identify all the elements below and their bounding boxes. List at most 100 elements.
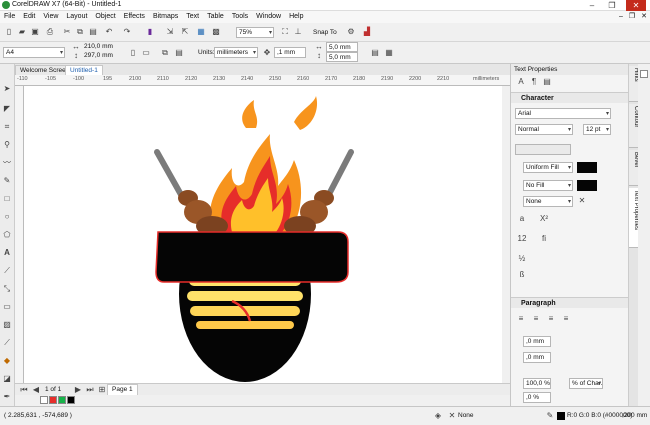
current-page-icon[interactable]: ▤ [174, 48, 184, 58]
doc-minimize-icon[interactable]: – [616, 11, 626, 23]
menu-window[interactable]: Window [252, 11, 285, 23]
swatch-black[interactable] [67, 396, 75, 404]
redo-icon[interactable]: ↷ [122, 27, 132, 37]
full-screen-preview-icon[interactable]: ⛶ [280, 27, 290, 37]
left-indent-field[interactable]: ,0 mm [523, 336, 551, 347]
add-page-icon[interactable]: ⊞ [97, 385, 107, 395]
eyedropper-icon[interactable]: ⟋ [2, 338, 12, 348]
line-spacing-field[interactable]: 100,0 % [523, 378, 551, 389]
rectangle-tool-icon[interactable]: □ [2, 194, 12, 204]
no-outline-color-icon[interactable]: ✕ [577, 196, 587, 206]
outline-pen-status-icon[interactable]: ✎ [545, 411, 555, 421]
outline-pen-icon[interactable]: ✒ [2, 392, 12, 402]
close-button[interactable]: ✕ [626, 0, 646, 11]
smart-fill-icon[interactable]: ◪ [2, 374, 12, 384]
menu-bitmaps[interactable]: Bitmaps [149, 11, 182, 23]
application-launcher-icon[interactable]: ▩ [211, 27, 221, 37]
nudge-distance-field[interactable]: ,1 mm [274, 47, 306, 58]
save-icon[interactable]: ▣ [30, 27, 40, 37]
font-style-select[interactable]: Normal [515, 124, 573, 135]
welcome-screen-icon[interactable]: ▟ [362, 27, 372, 37]
duplicate-y-field[interactable]: 5,0 mm [326, 52, 358, 62]
menu-tools[interactable]: Tools [228, 11, 252, 23]
copy-icon[interactable]: ⧉ [75, 27, 85, 37]
drop-shadow-icon[interactable]: ▭ [2, 302, 12, 312]
first-page-icon[interactable]: ⏮ [19, 385, 29, 395]
character-section-icon[interactable]: A [516, 77, 526, 87]
open-icon[interactable]: ▰ [17, 27, 27, 37]
zoom-tool-icon[interactable]: ⚲ [2, 140, 12, 150]
new-document-icon[interactable]: ▯ [4, 27, 14, 37]
menu-help[interactable]: Help [285, 11, 307, 23]
search-content-icon[interactable]: ▮ [145, 27, 155, 37]
publish-pdf-icon[interactable]: ▦ [196, 27, 206, 37]
text-fill-type[interactable]: Uniform Fill [523, 162, 573, 173]
frame-section-icon[interactable]: ▤ [542, 77, 552, 87]
drawing-canvas[interactable] [24, 86, 502, 383]
hide-page-border-icon[interactable]: ▦ [384, 48, 394, 58]
first-line-indent-field[interactable]: ,0 mm [523, 352, 551, 363]
next-page-icon[interactable]: ▶ [73, 385, 83, 395]
all-pages-icon[interactable]: ⧉ [160, 48, 170, 58]
page-size-select[interactable]: A4 [3, 47, 65, 58]
doc-restore-icon[interactable]: ❐ [626, 11, 638, 23]
text-outline-select[interactable]: None [523, 196, 573, 207]
align-left-icon[interactable]: ≡ [516, 314, 526, 324]
paragraph-header[interactable]: Paragraph [511, 297, 629, 308]
menu-text[interactable]: Text [182, 11, 203, 23]
page-width-field[interactable]: 210,0 mm [84, 43, 113, 50]
text-tool-icon[interactable]: A [2, 248, 12, 258]
zoom-level-select[interactable]: 75% [236, 27, 274, 38]
kerning-icon[interactable]: a [517, 214, 527, 224]
ordinal-icon[interactable]: 12 [517, 234, 527, 244]
outline-color-swatch[interactable] [557, 412, 565, 420]
artistic-media-icon[interactable]: ✎ [2, 176, 12, 186]
vertical-scrollbar[interactable] [502, 86, 510, 383]
shape-tool-icon[interactable]: ◤ [2, 104, 12, 114]
connector-tool-icon[interactable]: ⤡ [2, 284, 12, 294]
pick-tool-icon[interactable]: ➤ [2, 84, 12, 94]
banner[interactable] [155, 231, 349, 283]
interactive-fill-icon[interactable]: ◆ [2, 356, 12, 366]
landscape-icon[interactable]: ▭ [141, 48, 151, 58]
undo-icon[interactable]: ↶ [104, 27, 114, 37]
tab-untitled-1[interactable]: Untitled-1 [65, 65, 103, 75]
ligature-icon[interactable]: fi [539, 234, 549, 244]
paragraph-section-icon[interactable]: ¶ [529, 77, 539, 87]
menu-view[interactable]: View [39, 11, 62, 23]
swatch-green[interactable] [58, 396, 66, 404]
menu-object[interactable]: Object [91, 11, 119, 23]
prev-page-icon[interactable]: ◀ [31, 385, 41, 395]
units-select[interactable]: millimeters [214, 47, 258, 58]
menu-edit[interactable]: Edit [19, 11, 39, 23]
superscript-icon[interactable]: X² [539, 214, 549, 224]
paste-icon[interactable]: ▤ [88, 27, 98, 37]
spacing-unit-select[interactable]: % of Char... [569, 378, 603, 389]
page-tab-1[interactable]: Page 1 [107, 384, 138, 395]
swatch-none[interactable] [40, 396, 48, 404]
edit-across-layers-icon[interactable]: ▤ [370, 48, 380, 58]
menu-layout[interactable]: Layout [62, 11, 91, 23]
justify-icon[interactable]: ≡ [561, 314, 571, 324]
crop-tool-icon[interactable]: ⌗ [2, 122, 12, 132]
menu-file[interactable]: File [0, 11, 19, 23]
fraction-icon[interactable]: ½ [517, 254, 527, 264]
import-icon[interactable]: ⇲ [165, 27, 175, 37]
show-rulers-icon[interactable]: ⊥ [293, 27, 303, 37]
font-size-select[interactable]: 12 pt [583, 124, 611, 135]
ellipse-tool-icon[interactable]: ○ [2, 212, 12, 222]
align-center-icon[interactable]: ≡ [531, 314, 541, 324]
restore-button[interactable]: ❐ [604, 0, 620, 11]
text-fill-color-swatch[interactable] [577, 162, 597, 173]
fill-indicator-icon[interactable]: ◈ [433, 411, 443, 421]
parallel-dimension-icon[interactable]: ⟋ [2, 266, 12, 276]
cut-icon[interactable]: ✂ [62, 27, 72, 37]
menu-effects[interactable]: Effects [120, 11, 149, 23]
portrait-icon[interactable]: ▯ [128, 48, 138, 58]
polygon-tool-icon[interactable]: ⬠ [2, 230, 12, 240]
bbq-logo-artwork[interactable] [24, 86, 502, 383]
char-spacing-field[interactable]: ,0 % [523, 392, 551, 403]
swatch-red[interactable] [49, 396, 57, 404]
transparency-icon[interactable]: ▨ [2, 320, 12, 330]
duplicate-x-field[interactable]: 5,0 mm [326, 42, 358, 52]
